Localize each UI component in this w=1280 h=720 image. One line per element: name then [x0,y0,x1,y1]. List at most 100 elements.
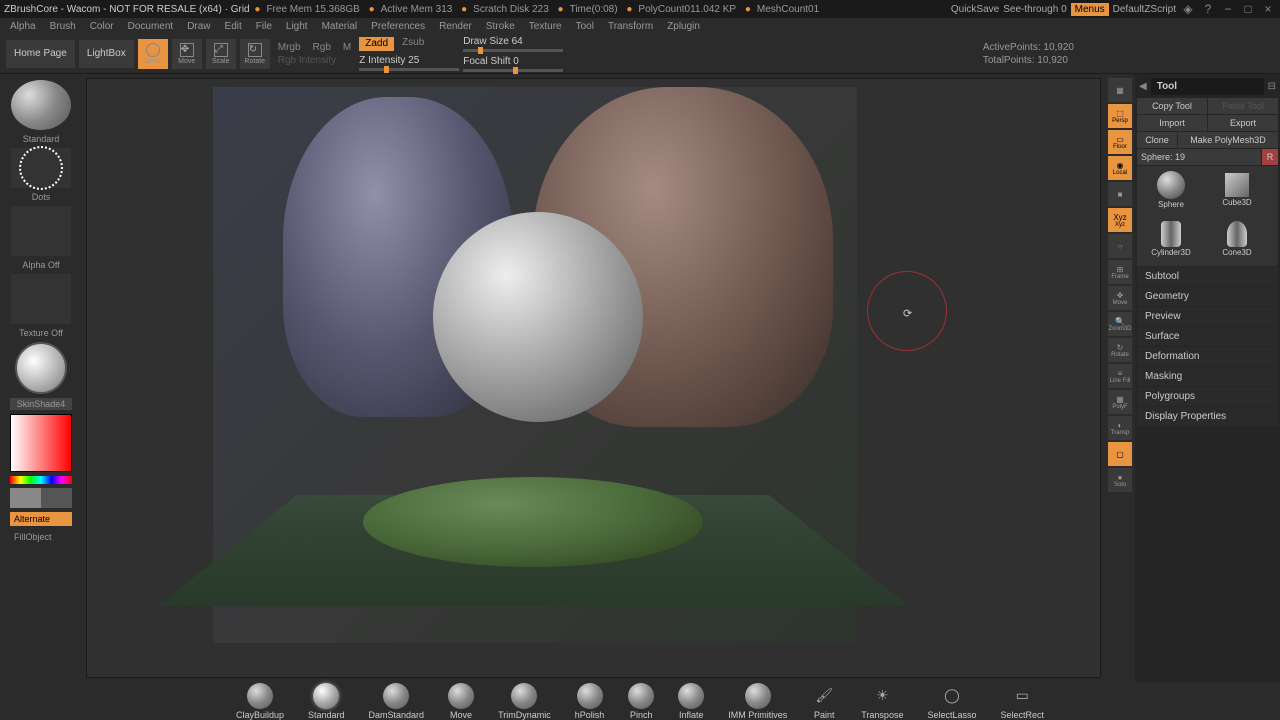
section-polygroups[interactable]: Polygroups [1137,387,1278,406]
brush-trimdynamic[interactable]: TrimDynamic [498,683,551,720]
menu-document[interactable]: Document [122,21,180,32]
menu-transform[interactable]: Transform [602,21,659,32]
rightbar-btn0[interactable]: ▦ [1108,78,1132,102]
rightbar-line fill[interactable]: ≡Line Fill [1108,364,1132,388]
texture-slot[interactable] [11,274,71,324]
fillobject-button[interactable]: FillObject [10,530,72,544]
minimize-icon[interactable]: − [1220,1,1236,17]
rightbar-floor[interactable]: ▭Floor [1108,130,1132,154]
r-button[interactable]: R [1262,149,1278,165]
section-preview[interactable]: Preview [1137,307,1278,326]
rightbar-move[interactable]: ✥Move [1108,286,1132,310]
help-icon[interactable]: ? [1200,1,1216,17]
menu-stroke[interactable]: Stroke [480,21,521,32]
script-label[interactable]: DefaultZScript [1113,4,1176,15]
rightbar-xyz[interactable]: XyzXyz [1108,208,1132,232]
menu-brush[interactable]: Brush [44,21,82,32]
menu-draw[interactable]: Draw [181,21,216,32]
pastetool-button[interactable]: Paste Tool [1208,98,1278,114]
menu-preferences[interactable]: Preferences [365,21,431,32]
color-picker[interactable] [10,414,72,472]
rightbar-solo[interactable]: ●Solo [1108,468,1132,492]
tool-cylinder3d[interactable]: Cylinder3D [1139,217,1203,261]
menu-edit[interactable]: Edit [219,21,248,32]
menu-texture[interactable]: Texture [523,21,568,32]
alternate-button[interactable]: Alternate [10,512,72,526]
menu-light[interactable]: Light [280,21,314,32]
tool-cube3d[interactable]: Cube3D [1205,168,1269,212]
menus-button[interactable]: Menus [1071,3,1109,16]
close-icon[interactable]: × [1260,1,1276,17]
material-preview[interactable] [15,342,67,394]
menu-zplugin[interactable]: Zplugin [661,21,706,32]
brush-selectrect[interactable]: ▭SelectRect [1000,683,1044,720]
seethrough-label[interactable]: See-through 0 [1003,4,1066,15]
tool-cone3d[interactable]: Cone3D [1205,217,1269,261]
brush-damstandard[interactable]: DamStandard [369,683,425,720]
menu-render[interactable]: Render [433,21,478,32]
viewport-canvas[interactable]: ⟳ [86,78,1101,678]
export-button[interactable]: Export [1208,115,1278,131]
brush-hpolish[interactable]: hPolish [575,683,605,720]
make-polymesh-button[interactable]: Make PolyMesh3D [1178,132,1278,148]
pin-icon[interactable]: ◈ [1180,1,1196,17]
mrgb-button[interactable]: Mrgb [274,42,305,53]
collapse-icon[interactable]: ⊟ [1268,81,1276,92]
section-masking[interactable]: Masking [1137,367,1278,386]
color-swatches[interactable] [10,488,72,508]
quicksave-button[interactable]: QuickSave [951,4,999,15]
brush-standard[interactable]: Standard [308,683,345,720]
rightbar-btn14[interactable]: ▢ [1108,442,1132,466]
brush-paint[interactable]: 🖌Paint [811,683,837,720]
section-surface[interactable]: Surface [1137,327,1278,346]
brush-move[interactable]: Move [448,683,474,720]
tool-sphere[interactable]: Sphere [1139,168,1203,212]
lightbox-button[interactable]: LightBox [79,40,134,68]
focal-shift-slider[interactable]: Focal Shift 0 [463,56,563,72]
menu-color[interactable]: Color [84,21,120,32]
alpha-slot[interactable] [11,206,71,256]
draw-size-slider[interactable]: Draw Size 64 [463,36,563,52]
section-display-properties[interactable]: Display Properties [1137,407,1278,426]
move-mode-button[interactable]: ✥Move [172,39,202,69]
rightbar-polyf[interactable]: ▦PolyF [1108,390,1132,414]
rightbar-persp[interactable]: ⬚Persp [1108,104,1132,128]
brush-imm primitives[interactable]: IMM Primitives [728,683,787,720]
zadd-button[interactable]: Zadd [359,37,394,51]
rightbar-btn6[interactable]: ○ [1108,234,1132,258]
hue-bar[interactable] [10,476,72,484]
draw-mode-button[interactable]: Draw [138,39,168,69]
rotate-mode-button[interactable]: ↻Rotate [240,39,270,69]
rightbar-transp[interactable]: ◐Transp [1108,416,1132,440]
brush-pinch[interactable]: Pinch [628,683,654,720]
zsub-button[interactable]: Zsub [398,37,428,51]
brush-claybuildup[interactable]: ClayBuildup [236,683,284,720]
rightbar-local[interactable]: ◉Local [1108,156,1132,180]
menu-file[interactable]: File [250,21,278,32]
rgb-button[interactable]: Rgb [309,42,335,53]
brush-preview[interactable] [11,80,71,130]
section-subtool[interactable]: Subtool [1137,267,1278,286]
rightbar-btn4[interactable]: ■ [1108,182,1132,206]
homepage-button[interactable]: Home Page [6,40,75,68]
maximize-icon[interactable]: □ [1240,1,1256,17]
stroke-preview[interactable] [11,148,71,188]
section-geometry[interactable]: Geometry [1137,287,1278,306]
menu-material[interactable]: Material [316,21,364,32]
scale-mode-button[interactable]: ⤢Scale [206,39,236,69]
import-button[interactable]: Import [1137,115,1207,131]
brush-selectlasso[interactable]: ◯SelectLasso [927,683,976,720]
clone-button[interactable]: Clone [1137,132,1177,148]
menu-tool[interactable]: Tool [570,21,600,32]
rightbar-zoom3d[interactable]: 🔍Zoom3D [1108,312,1132,336]
copytool-button[interactable]: Copy Tool [1137,98,1207,114]
chevron-left-icon[interactable]: ◀ [1139,81,1147,92]
brush-transpose[interactable]: ☀Transpose [861,683,903,720]
section-deformation[interactable]: Deformation [1137,347,1278,366]
m-button[interactable]: M [339,42,355,53]
brush-inflate[interactable]: Inflate [678,683,704,720]
z-intensity-slider[interactable]: Z Intensity 25 [359,55,459,71]
rightbar-rotate[interactable]: ↻Rotate [1108,338,1132,362]
rightbar-frame[interactable]: ⊞Frame [1108,260,1132,284]
menu-alpha[interactable]: Alpha [4,21,42,32]
